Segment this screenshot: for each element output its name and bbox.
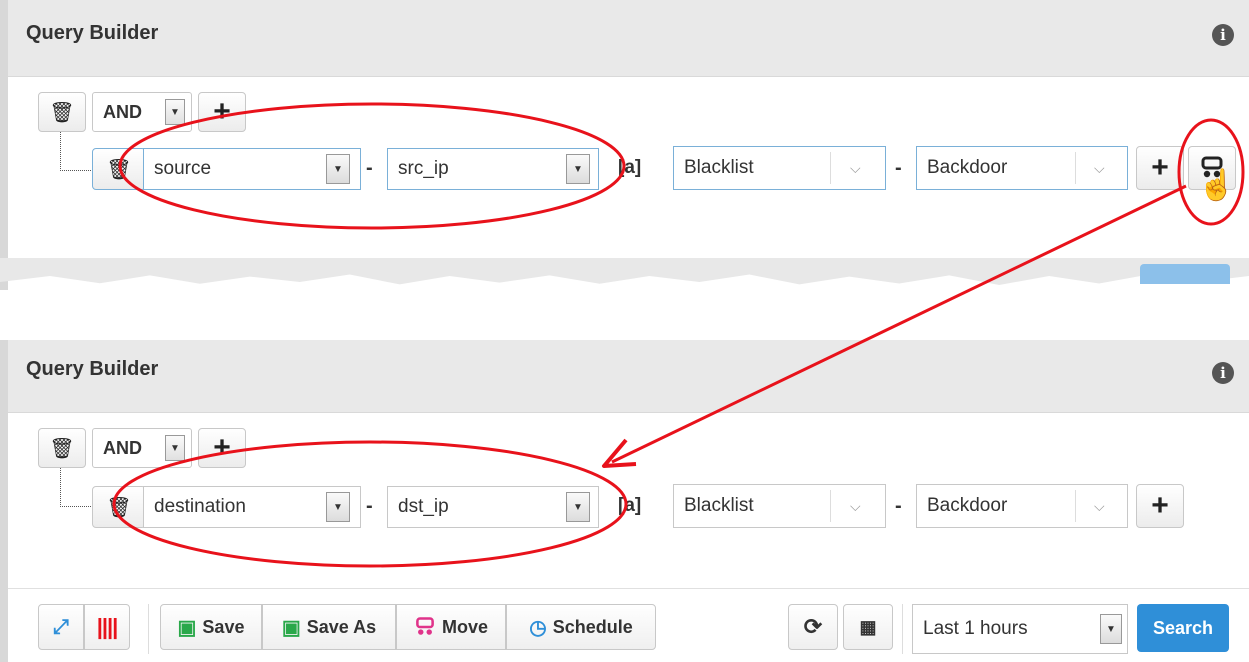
highlight-ellipse-move xyxy=(1177,118,1245,226)
highlight-ellipse-bottom xyxy=(112,440,628,568)
annotation-overlay xyxy=(112,102,1245,568)
highlight-ellipse-top xyxy=(118,102,626,230)
arrow-line xyxy=(611,184,1187,464)
